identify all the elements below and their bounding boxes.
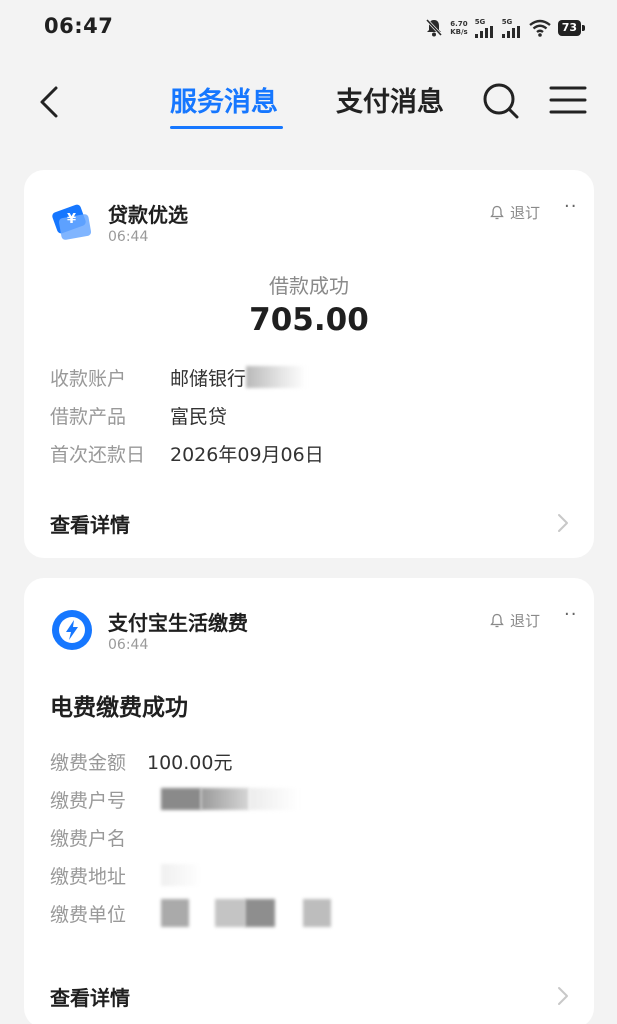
app-name: 贷款优选 <box>108 203 188 227</box>
nav-header: 服务消息 支付消息 <box>0 62 617 142</box>
row-key: 收款账户 <box>50 367 127 390</box>
card-header: ¥ 贷款优选 06:44 退订 ·· <box>50 196 576 248</box>
row-key: 缴费金额 <box>50 751 127 774</box>
loan-status-caption: 借款成功 <box>269 274 349 298</box>
signal-5g-1: 5G <box>474 17 495 38</box>
status-bar: 06:47 6.70 KB/s 5G 5G 73 <box>0 0 617 56</box>
tab-service-messages[interactable]: 服务消息 <box>170 80 278 119</box>
info-row-account-name: 缴费户名 <box>50 818 331 856</box>
info-row-address: 缴费地址 <box>50 856 331 894</box>
payment-info-rows: 缴费金额 100.00元 缴费户号 缴费户名 缴费地址 缴费单位 <box>50 742 331 932</box>
redacted-block <box>249 788 299 810</box>
more-options-button[interactable]: ·· <box>564 604 577 625</box>
redacted-block <box>245 899 275 927</box>
status-icons: 6.70 KB/s 5G 5G 73 <box>425 14 586 42</box>
chevron-right-icon <box>558 514 568 532</box>
battery-indicator: 73 <box>557 20 586 36</box>
row-value: 100.00元 <box>147 751 233 774</box>
unsubscribe-label: 退订 <box>510 612 541 630</box>
row-key: 缴费户号 <box>50 789 127 812</box>
net-speed-value: 6.70 <box>450 20 468 28</box>
view-details-label: 查看详情 <box>50 985 130 1010</box>
message-time: 06:44 <box>108 229 149 245</box>
card-header: 支付宝生活缴费 06:44 退订 ·· <box>50 604 576 656</box>
view-details-link[interactable]: 查看详情 <box>50 976 570 1016</box>
search-icon <box>483 83 519 119</box>
back-button[interactable] <box>36 80 68 124</box>
more-options-button[interactable]: ·· <box>564 196 577 217</box>
svg-text:¥: ¥ <box>67 212 76 227</box>
signal-label: 5G <box>474 17 486 26</box>
unsubscribe-button[interactable]: 退订 <box>490 202 540 223</box>
loan-info-rows: 收款账户 邮储银行 借款产品 富民贷 首次还款日 2026年09月06日 <box>50 358 324 472</box>
signal-bars-icon <box>501 25 520 38</box>
row-key: 首次还款日 <box>50 443 146 466</box>
net-speed: 6.70 KB/s <box>450 20 467 36</box>
row-key: 缴费单位 <box>50 903 127 926</box>
bell-icon <box>490 613 504 627</box>
status-time: 06:47 <box>44 14 114 38</box>
signal-bars-icon <box>474 25 493 38</box>
info-row-first-repayment: 首次还款日 2026年09月06日 <box>50 434 324 472</box>
utility-payment-card[interactable]: 支付宝生活缴费 06:44 退订 ·· 电费缴费成功 缴费金额 100.00元 … <box>24 578 594 1024</box>
info-row-account-no: 缴费户号 <box>50 780 331 818</box>
app-name: 支付宝生活缴费 <box>108 611 248 635</box>
loan-amount: 705.00 <box>249 302 369 338</box>
row-value: 2026年09月06日 <box>170 443 324 466</box>
menu-icon <box>549 86 587 114</box>
unsubscribe-button[interactable]: 退订 <box>490 610 540 631</box>
redacted-block <box>201 788 249 810</box>
redacted-block <box>161 899 189 927</box>
search-button[interactable] <box>480 78 522 124</box>
redacted-block <box>161 788 201 810</box>
redacted-block <box>161 864 201 886</box>
mute-bell-icon <box>426 18 443 37</box>
unsubscribe-label: 退订 <box>510 204 541 222</box>
signal-label: 5G <box>501 17 513 26</box>
loan-message-card[interactable]: ¥ 贷款优选 06:44 退订 ·· 借款成功 705.00 收款账户 邮储银行… <box>24 170 594 558</box>
view-details-label: 查看详情 <box>50 512 130 537</box>
row-value: 邮储银行 <box>170 367 247 390</box>
row-key: 借款产品 <box>50 405 127 428</box>
tab-payment-messages[interactable]: 支付消息 <box>336 80 444 119</box>
redacted-block <box>303 899 331 927</box>
active-tab-indicator <box>170 126 283 129</box>
bell-icon <box>490 205 504 219</box>
net-speed-unit: KB/s <box>450 28 468 36</box>
info-row-company: 缴费单位 <box>50 894 331 932</box>
row-key: 缴费地址 <box>50 865 127 888</box>
payment-notice-title: 电费缴费成功 <box>50 695 188 721</box>
redacted-block <box>246 366 307 388</box>
info-row-product: 借款产品 富民贷 <box>50 396 324 434</box>
row-value: 富民贷 <box>170 405 228 428</box>
menu-button[interactable] <box>548 82 588 118</box>
view-details-link[interactable]: 查看详情 <box>50 503 570 543</box>
info-row-account: 收款账户 邮储银行 <box>50 358 324 396</box>
loan-card-icon: ¥ <box>52 204 92 240</box>
wifi-icon <box>528 19 551 37</box>
lightning-icon <box>52 610 92 650</box>
message-time: 06:44 <box>108 637 149 653</box>
redacted-block <box>215 899 245 927</box>
chevron-left-icon <box>40 86 58 118</box>
chevron-right-icon <box>558 987 568 1005</box>
info-row-amount: 缴费金额 100.00元 <box>50 742 331 780</box>
row-key: 缴费户名 <box>50 827 127 850</box>
signal-5g-2: 5G <box>501 17 522 38</box>
